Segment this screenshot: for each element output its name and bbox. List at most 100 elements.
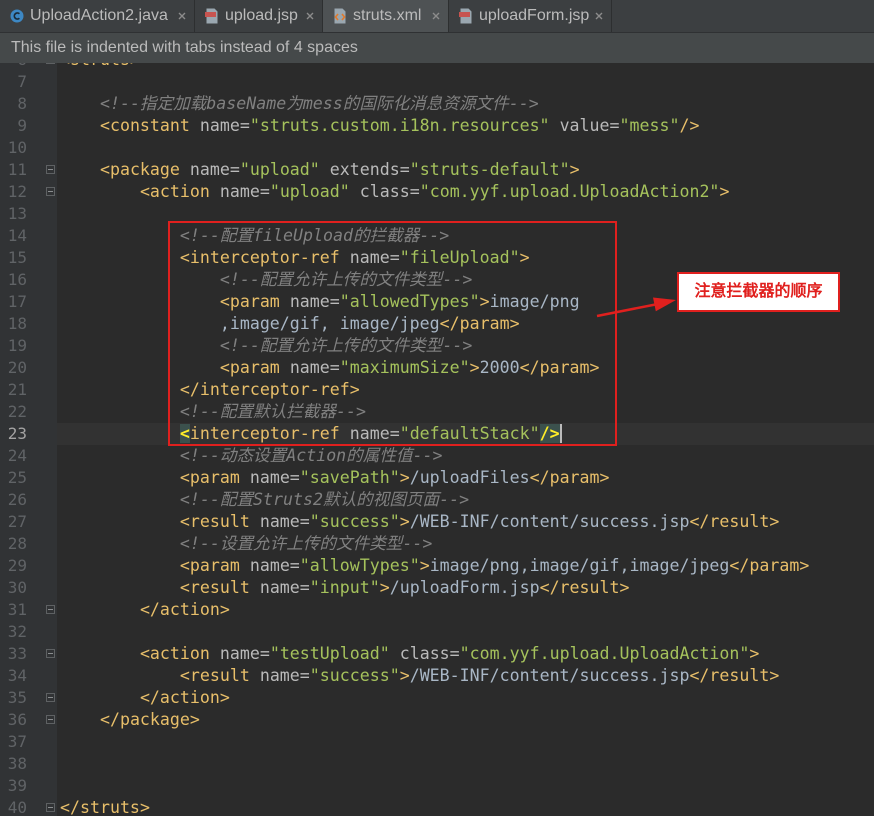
gutter[interactable]: 15 [0,247,57,269]
code-line-12[interactable]: 12 <action name="upload" class="com.yyf.… [0,181,874,203]
code-text[interactable]: <interceptor-ref name="fileUpload"> [57,247,874,269]
code-line-24[interactable]: 24 <!--动态设置Action的属性值--> [0,445,874,467]
code-text[interactable]: </interceptor-ref> [57,379,874,401]
code-text[interactable]: <action name="testUpload" class="com.yyf… [57,643,874,665]
gutter[interactable]: 25 [0,467,57,489]
code-editor[interactable]: 6<struts>78 <!--指定加载baseName为mess的国际化消息资… [0,63,874,816]
code-text[interactable] [57,753,874,775]
code-line-29[interactable]: 29 <param name="allowTypes">image/png,im… [0,555,874,577]
code-line-15[interactable]: 15 <interceptor-ref name="fileUpload"> [0,247,874,269]
code-text[interactable]: <action name="upload" class="com.yyf.upl… [57,181,874,203]
gutter[interactable]: 12 [0,181,57,203]
code-line-10[interactable]: 10 [0,137,874,159]
code-text[interactable]: <constant name="struts.custom.i18n.resou… [57,115,874,137]
code-text[interactable]: <interceptor-ref name="defaultStack"/> [57,423,874,445]
code-line-28[interactable]: 28 <!--设置允许上传的文件类型--> [0,533,874,555]
fold-marker-icon[interactable] [46,187,55,196]
gutter[interactable]: 28 [0,533,57,555]
code-line-14[interactable]: 14 <!--配置fileUpload的拦截器--> [0,225,874,247]
code-text[interactable]: <!--动态设置Action的属性值--> [57,445,874,467]
gutter[interactable]: 26 [0,489,57,511]
code-line-35[interactable]: 35 </action> [0,687,874,709]
code-line-19[interactable]: 19 <!--配置允许上传的文件类型--> [0,335,874,357]
code-text[interactable]: <!--配置允许上传的文件类型--> [57,335,874,357]
gutter[interactable]: 13 [0,203,57,225]
code-line-13[interactable]: 13 [0,203,874,225]
code-line-33[interactable]: 33 <action name="testUpload" class="com.… [0,643,874,665]
gutter[interactable]: 30 [0,577,57,599]
code-text[interactable]: <param name="savePath">/uploadFiles</par… [57,467,874,489]
code-text[interactable]: <!--配置Struts2默认的视图页面--> [57,489,874,511]
code-line-37[interactable]: 37 [0,731,874,753]
code-line-6[interactable]: 6 <struts> [0,63,874,71]
code-text[interactable]: <result name="success">/WEB-INF/content/… [57,511,874,533]
code-line-7[interactable]: 7 [0,71,874,93]
code-line-26[interactable]: 26 <!--配置Struts2默认的视图页面--> [0,489,874,511]
code-text[interactable]: </package> [57,709,874,731]
close-icon[interactable] [306,12,314,20]
code-text[interactable]: <param name="maximumSize">2000</param> [57,357,874,379]
fold-marker-icon[interactable] [46,63,55,64]
code-line-20[interactable]: 20 <param name="maximumSize">2000</param… [0,357,874,379]
gutter[interactable]: 27 [0,511,57,533]
code-text[interactable] [57,203,874,225]
gutter[interactable]: 32 [0,621,57,643]
code-line-31[interactable]: 31 </action> [0,599,874,621]
fold-marker-icon[interactable] [46,693,55,702]
code-line-40[interactable]: 40 </struts> [0,797,874,816]
tab-uploadform-jsp[interactable]: uploadForm.jsp [449,0,612,32]
gutter[interactable]: 17 [0,291,57,313]
tab-upload-jsp[interactable]: upload.jsp [195,0,323,32]
code-text[interactable]: </action> [57,599,874,621]
code-line-23[interactable]: 23 <interceptor-ref name="defaultStack"/… [0,423,874,445]
code-text[interactable]: <package name="upload" extends="struts-d… [57,159,874,181]
code-line-36[interactable]: 36 </package> [0,709,874,731]
code-text[interactable]: <!--配置fileUpload的拦截器--> [57,225,874,247]
gutter[interactable]: 21 [0,379,57,401]
gutter[interactable]: 18 [0,313,57,335]
code-text[interactable] [57,71,874,93]
gutter[interactable]: 35 [0,687,57,709]
gutter[interactable]: 36 [0,709,57,731]
tab-uploadaction2-java[interactable]: UploadAction2.java [0,0,195,32]
code-text[interactable]: </action> [57,687,874,709]
code-line-25[interactable]: 25 <param name="savePath">/uploadFiles</… [0,467,874,489]
gutter[interactable]: 24 [0,445,57,467]
gutter[interactable]: 40 [0,797,57,816]
code-text[interactable]: <result name="input">/uploadForm.jsp</re… [57,577,874,599]
close-icon[interactable] [432,12,440,20]
code-line-18[interactable]: 18 ,image/gif, image/jpeg</param> [0,313,874,335]
code-line-32[interactable]: 32 [0,621,874,643]
code-text[interactable] [57,775,874,797]
gutter[interactable]: 19 [0,335,57,357]
code-line-30[interactable]: 30 <result name="input">/uploadForm.jsp<… [0,577,874,599]
gutter[interactable]: 34 [0,665,57,687]
fold-marker-icon[interactable] [46,165,55,174]
code-text[interactable]: <!--设置允许上传的文件类型--> [57,533,874,555]
code-text[interactable]: ,image/gif, image/jpeg</param> [57,313,874,335]
code-line-11[interactable]: 11 <package name="upload" extends="strut… [0,159,874,181]
gutter[interactable]: 6 [0,63,57,71]
fold-marker-icon[interactable] [46,803,55,812]
code-text[interactable]: </struts> [57,797,874,816]
code-line-38[interactable]: 38 [0,753,874,775]
code-text[interactable] [57,621,874,643]
code-text[interactable]: <result name="success">/WEB-INF/content/… [57,665,874,687]
close-icon[interactable] [595,12,603,20]
gutter[interactable]: 16 [0,269,57,291]
gutter[interactable]: 23 [0,423,57,445]
gutter[interactable]: 38 [0,753,57,775]
gutter[interactable]: 14 [0,225,57,247]
gutter[interactable]: 22 [0,401,57,423]
code-line-22[interactable]: 22 <!--配置默认拦截器--> [0,401,874,423]
gutter[interactable]: 37 [0,731,57,753]
code-text[interactable]: <struts> [57,63,874,71]
code-line-39[interactable]: 39 [0,775,874,797]
gutter[interactable]: 29 [0,555,57,577]
code-text[interactable]: <!--指定加载baseName为mess的国际化消息资源文件--> [57,93,874,115]
close-icon[interactable] [178,12,186,20]
code-text[interactable] [57,731,874,753]
code-line-8[interactable]: 8 <!--指定加载baseName为mess的国际化消息资源文件--> [0,93,874,115]
tab-struts-xml[interactable]: struts.xml [323,0,449,32]
gutter[interactable]: 7 [0,71,57,93]
